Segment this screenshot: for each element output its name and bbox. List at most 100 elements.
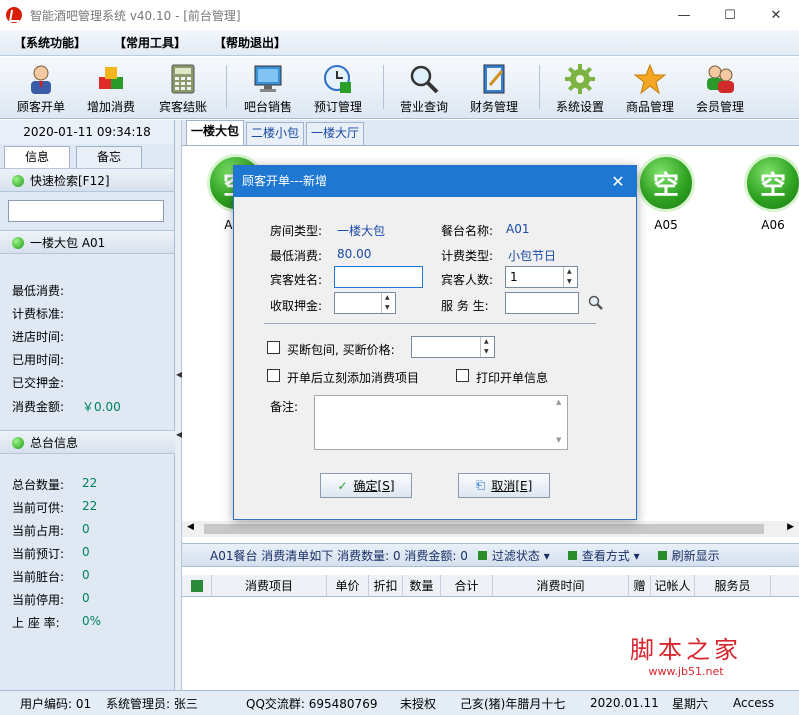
- toolbar-business-query-button[interactable]: 营业查询: [391, 61, 457, 115]
- cancel-button[interactable]: ⎗ 取消[E]: [458, 473, 550, 498]
- col-gift[interactable]: 赠: [629, 575, 651, 597]
- open-bill-dialog: 顾客开单---新增 ✕ 房间类型: 一楼大包 餐台名称: A01 最低消费: 8…: [233, 165, 637, 520]
- col-item[interactable]: 消费项目: [212, 575, 327, 597]
- lunar-date: 己亥(猪)年腊月十七: [460, 696, 566, 711]
- billing-type-value: 小包节日: [508, 249, 557, 263]
- waiter-input[interactable]: [505, 292, 579, 314]
- refresh-button[interactable]: 刷新显示: [672, 547, 720, 564]
- watermark-url: www.jb51.net: [648, 665, 724, 678]
- room-name: A05: [654, 218, 678, 232]
- calculator-icon: [167, 63, 199, 95]
- star-icon: [633, 63, 667, 95]
- dialog-title-bar[interactable]: 顾客开单---新增 ✕: [234, 166, 636, 197]
- menu-bar: 【系统功能】 【常用工具】 【帮助退出】: [0, 30, 799, 56]
- close-button[interactable]: ✕: [753, 0, 799, 30]
- toolbar-add-consume-button[interactable]: 增加消费: [78, 61, 144, 115]
- quick-search-label: 快速检索[F12]: [30, 174, 110, 188]
- waiter-search-icon[interactable]: [588, 295, 604, 314]
- toolbar-goods-button[interactable]: 商品管理: [617, 61, 683, 115]
- user-code: 用户编码: 01: [20, 696, 92, 711]
- room-horizontal-scrollbar[interactable]: ◀ ▶: [182, 521, 799, 537]
- guest-count-stepper[interactable]: 1: [505, 266, 578, 288]
- current-datetime: 2020-01-11 09:34:18: [0, 120, 174, 144]
- menu-tools[interactable]: 【常用工具】: [114, 34, 186, 51]
- dialog-close-icon[interactable]: ✕: [608, 166, 628, 197]
- menu-help-exit[interactable]: 【帮助退出】: [214, 34, 286, 51]
- tab-memo[interactable]: 备忘: [76, 146, 142, 168]
- room-tile-a05[interactable]: 空 A05: [632, 154, 700, 232]
- tab-room-floor1-large[interactable]: 一楼大包: [186, 120, 245, 145]
- menu-system[interactable]: 【系统功能】: [14, 34, 86, 51]
- col-price[interactable]: 单价: [327, 575, 369, 597]
- toolbar-members-button[interactable]: 会员管理: [687, 61, 753, 115]
- deposit-stepper[interactable]: [334, 292, 396, 314]
- scroll-right-icon[interactable]: ▶: [787, 522, 794, 532]
- info-deposit-paid: 已交押金:: [12, 376, 65, 390]
- remark-scrollbar[interactable]: [553, 396, 567, 449]
- toolbar-separator: [539, 65, 540, 109]
- panel-splitter[interactable]: ◀ ◀: [175, 120, 182, 690]
- buyout-checkbox[interactable]: [267, 341, 280, 354]
- info-billing-standard: 计费标准:: [12, 307, 65, 321]
- summary-available: 当前可供: 22: [12, 499, 98, 515]
- col-quantity[interactable]: 数量: [403, 575, 441, 597]
- summary-header: 总台信息: [0, 430, 175, 454]
- tab-room-floor2-small[interactable]: 二楼小包: [246, 122, 305, 145]
- tab-room-floor1-hall[interactable]: 一楼大厅: [306, 122, 365, 145]
- database-type: Access: [733, 696, 775, 710]
- toolbar-separator: [226, 65, 227, 109]
- minimize-button[interactable]: —: [661, 0, 707, 30]
- qq-group: QQ交流群: 695480769: [246, 696, 378, 711]
- col-total[interactable]: 合计: [441, 575, 493, 597]
- manager-name: 系统管理员: 张三: [106, 696, 198, 711]
- confirm-button[interactable]: ✓ 确定[S]: [320, 473, 412, 498]
- toolbar-label: 商品管理: [625, 100, 674, 114]
- toolbar: 顾客开单 增加消费 宾客结账 吧台销售 预订管理 营业查询 财务管理 系统设置 …: [0, 57, 799, 119]
- toolbar-label: 系统设置: [555, 100, 604, 114]
- magnifier-icon: [408, 63, 440, 95]
- summary-occupancy-rate: 上 座 率: 0%: [12, 614, 102, 630]
- toolbar-settings-button[interactable]: 系统设置: [547, 61, 613, 115]
- col-discount[interactable]: 折扣: [369, 575, 403, 597]
- customer-icon: [25, 63, 57, 95]
- scrollbar-thumb[interactable]: [204, 524, 764, 534]
- spin-arrows-icon[interactable]: [381, 293, 395, 313]
- print-bill-checkbox[interactable]: [456, 369, 469, 382]
- dialog-title: 顾客开单---新增: [242, 174, 327, 188]
- info-checkin-time: 进店时间:: [12, 330, 65, 344]
- guest-count-label: 宾客人数:: [441, 273, 494, 287]
- waiter-label: 服 务 生:: [441, 299, 489, 313]
- scroll-left-icon[interactable]: ◀: [187, 522, 194, 532]
- min-consume-label: 最低消费:: [270, 249, 323, 263]
- toolbar-checkout-button[interactable]: 宾客结账: [150, 61, 216, 115]
- add-items-label: 开单后立刻添加消费项目: [287, 371, 420, 385]
- col-time[interactable]: 消费时间: [493, 575, 629, 597]
- clock-icon: [322, 63, 354, 95]
- room-empty-badge: 空: [637, 154, 695, 212]
- toolbar-finance-button[interactable]: 财务管理: [461, 61, 527, 115]
- buyout-price-stepper[interactable]: [411, 336, 495, 358]
- spin-arrows-icon[interactable]: [480, 337, 494, 357]
- guest-name-input[interactable]: [334, 266, 423, 288]
- view-mode-dropdown[interactable]: 查看方式 ▾: [582, 547, 640, 564]
- quick-search-input[interactable]: [8, 200, 164, 222]
- maximize-button[interactable]: ☐: [707, 0, 753, 30]
- tab-info[interactable]: 信息: [4, 146, 70, 168]
- add-items-checkbox[interactable]: [267, 369, 280, 382]
- col-recorder[interactable]: 记帐人: [651, 575, 695, 597]
- room-info-title: 一楼大包 A01: [30, 236, 106, 250]
- toolbar-bar-sales-button[interactable]: 吧台销售: [235, 61, 301, 115]
- filter-status-dropdown[interactable]: 过滤状态 ▾: [492, 547, 550, 564]
- spin-arrows-icon[interactable]: [563, 267, 577, 287]
- monitor-icon: [252, 63, 284, 95]
- info-min-consume: 最低消费:: [12, 284, 65, 298]
- toolbar-label: 营业查询: [399, 100, 448, 114]
- toolbar-customer-open-button[interactable]: 顾客开单: [8, 61, 74, 115]
- toolbar-label: 财务管理: [469, 100, 518, 114]
- min-consume-value: 80.00: [337, 247, 372, 261]
- remark-textarea[interactable]: [314, 395, 568, 450]
- toolbar-booking-button[interactable]: 预订管理: [305, 61, 371, 115]
- room-tile-a06[interactable]: 空 A06: [739, 154, 799, 232]
- excel-export-icon[interactable]: [182, 575, 212, 597]
- col-waiter[interactable]: 服务员: [695, 575, 771, 597]
